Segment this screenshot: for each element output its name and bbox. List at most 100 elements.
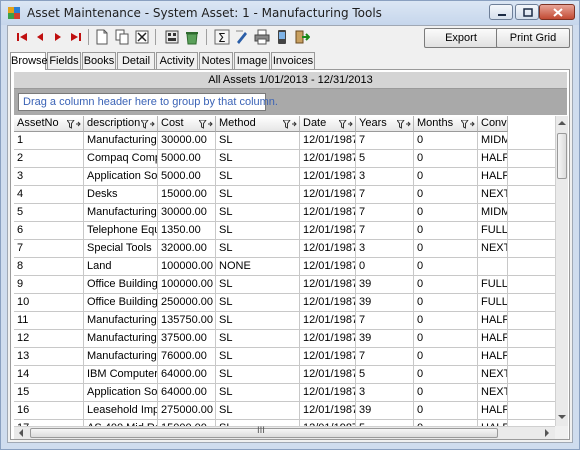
cell-description[interactable]: Compaq Comput [84,150,158,168]
cell-assetno[interactable]: 14 [14,366,84,384]
cell-assetno[interactable]: 12 [14,330,84,348]
cell-years[interactable]: 3 [356,384,414,402]
report-icon[interactable] [164,29,180,45]
cell-months[interactable]: 0 [414,294,478,312]
cell-months[interactable]: 0 [414,222,478,240]
cell-cost[interactable]: 5000.00 [158,168,216,186]
table-row[interactable]: 5Manufacturing Eq30000.00SL12/01/198770M… [14,204,555,222]
cell-months[interactable]: 0 [414,240,478,258]
filter-icon[interactable] [338,119,353,131]
table-row[interactable]: 6Telephone Equip1350.00SL12/01/198770FUL… [14,222,555,240]
cell-description[interactable]: Telephone Equip [84,222,158,240]
cell-description[interactable]: Manufacturing To [84,348,158,366]
table-row[interactable]: 8 Land 100000.00 NONE 12/01/1987 0 0 [14,258,555,276]
table-row[interactable]: 11Manufacturing Eq135750.00SL12/01/19877… [14,312,555,330]
cell-conv[interactable]: FULL [478,294,508,312]
cell-assetno[interactable]: 10 [14,294,84,312]
column-header-months[interactable]: Months [414,116,478,132]
cell-method[interactable]: NONE [216,258,300,276]
cell-description[interactable]: Manufacturing Eq [84,204,158,222]
cell-conv[interactable]: HALF [478,330,508,348]
column-header-assetno[interactable]: AssetNo [14,116,84,132]
table-row[interactable]: 12Manufacturing Fa37500.00SL12/01/198739… [14,330,555,348]
filter-icon[interactable] [396,119,411,131]
cell-conv[interactable]: HALF [478,312,508,330]
cell-description[interactable]: IBM Computer [84,366,158,384]
cell-conv[interactable]: FULL [478,222,508,240]
edit-icon[interactable] [234,29,250,45]
cell-years[interactable]: 39 [356,402,414,420]
scroll-down-icon[interactable] [558,414,566,420]
cell-cost[interactable]: 37500.00 [158,330,216,348]
cell-description[interactable]: Land [84,258,158,276]
cell-years[interactable]: 7 [356,222,414,240]
last-record-icon[interactable] [68,29,84,45]
next-record-icon[interactable] [50,29,66,45]
cell-conv[interactable]: NEXT [478,240,508,258]
print-grid-button[interactable]: Print Grid [496,28,570,48]
column-header-description[interactable]: description [84,116,158,132]
cell-assetno[interactable]: 8 [14,258,84,276]
cell-assetno[interactable]: 7 [14,240,84,258]
cell-description[interactable]: Special Tools [84,240,158,258]
cell-months[interactable]: 0 [414,330,478,348]
tab-fields[interactable]: Fields [47,52,81,69]
vertical-scrollbar[interactable] [555,116,568,426]
cell-years[interactable]: 5 [356,150,414,168]
tab-image[interactable]: Image [234,52,270,69]
cell-date[interactable]: 12/01/1987 [300,258,356,276]
cell-description[interactable]: Application Softw [84,168,158,186]
cell-months[interactable]: 0 [414,384,478,402]
title-bar[interactable]: Asset Maintenance - System Asset: 1 - Ma… [1,1,579,25]
group-by-area[interactable]: Drag a column header here to group by th… [14,89,567,115]
cell-cost[interactable]: 32000.00 [158,240,216,258]
cell-date[interactable]: 12/01/1987 [300,222,356,240]
cell-assetno[interactable]: 4 [14,186,84,204]
cell-months[interactable]: 0 [414,366,478,384]
cell-cost[interactable]: 30000.00 [158,132,216,150]
column-header-cost[interactable]: Cost [158,116,216,132]
cell-cost[interactable]: 64000.00 [158,384,216,402]
cell-assetno[interactable]: 2 [14,150,84,168]
table-row[interactable]: 1Manufacturing To30000.00SL12/01/198770M… [14,132,555,150]
cell-assetno[interactable]: 5 [14,204,84,222]
tab-books[interactable]: Books [82,52,116,69]
cell-conv[interactable]: MIDM [478,132,508,150]
cell-years[interactable]: 7 [356,186,414,204]
cell-method[interactable]: SL [216,294,300,312]
cell-years[interactable]: 7 [356,132,414,150]
filter-icon[interactable] [140,119,155,131]
cell-method[interactable]: SL [216,150,300,168]
cell-date[interactable]: 12/01/1987 [300,402,356,420]
table-row[interactable]: 9 Office Building 100000.00 SL 12/01/1987 39 0… [14,276,555,294]
cell-date[interactable]: 12/01/1987 [300,276,356,294]
cell-years[interactable]: 3 [356,240,414,258]
cell-method[interactable]: SL [216,384,300,402]
cell-date[interactable]: 12/01/1987 [300,132,356,150]
scroll-left-icon[interactable] [18,429,24,437]
column-header-conv[interactable]: Conv [478,116,508,132]
recycle-icon[interactable] [184,29,200,45]
tab-notes[interactable]: Notes [199,52,233,69]
cell-cost[interactable]: 76000.00 [158,348,216,366]
cell-date[interactable]: 12/01/1987 [300,312,356,330]
cell-conv[interactable]: NEXT [478,186,508,204]
table-row[interactable]: 2Compaq Comput5000.00SL12/01/198750HALF [14,150,555,168]
cell-conv[interactable]: HALF [478,402,508,420]
cell-assetno[interactable]: 15 [14,384,84,402]
delete-record-icon[interactable] [134,29,150,45]
filter-icon[interactable] [66,119,81,131]
tab-browse[interactable]: Browse [10,52,48,70]
cell-description[interactable]: Manufacturing To [84,132,158,150]
cell-assetno[interactable]: 9 [14,276,84,294]
filter-icon[interactable] [460,119,475,131]
cell-years[interactable]: 39 [356,276,414,294]
cell-years[interactable]: 39 [356,330,414,348]
cell-cost[interactable]: 1350.00 [158,222,216,240]
cell-months[interactable]: 0 [414,168,478,186]
sum-icon[interactable]: Σ [214,29,230,45]
cell-cost[interactable]: 100000.00 [158,276,216,294]
cell-description[interactable]: Manufacturing Eq [84,312,158,330]
cell-assetno[interactable]: 6 [14,222,84,240]
cell-assetno[interactable]: 13 [14,348,84,366]
